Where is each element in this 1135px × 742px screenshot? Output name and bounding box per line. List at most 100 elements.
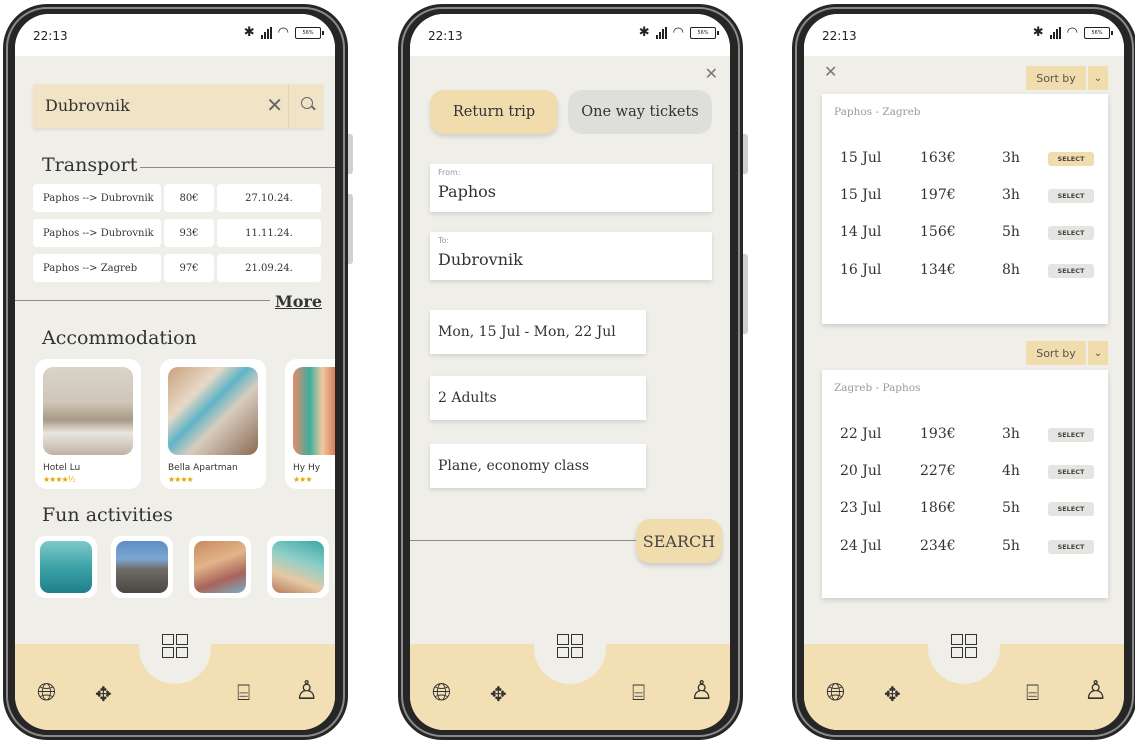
passengers-field[interactable]: 2 Adults [430, 376, 646, 420]
sort-label: Sort by [1026, 66, 1086, 90]
grid-icon[interactable] [557, 634, 583, 658]
sort-dropdown-return[interactable]: Sort by ⌄ [1026, 341, 1108, 365]
select-button[interactable]: SELECT [1048, 465, 1094, 479]
select-button[interactable]: SELECT [1048, 226, 1094, 240]
select-button[interactable]: SELECT [1048, 264, 1094, 278]
to-label: To: [438, 236, 450, 245]
transport-price: 93€ [164, 219, 214, 247]
flight-price: 163€ [920, 150, 956, 166]
search-bar[interactable]: Dubrovnik ✕ [33, 84, 323, 128]
hotel-photo [43, 367, 133, 455]
ticket-icon[interactable]: ⌸ [237, 681, 250, 706]
class-field[interactable]: Plane, economy class [430, 444, 646, 488]
select-button[interactable]: SELECT [1048, 540, 1094, 554]
grid-icon[interactable] [162, 634, 188, 658]
flight-date: 20 Jul [840, 463, 882, 479]
globe-plane-icon[interactable]: 🌐︎ [826, 678, 845, 706]
return-route: Zagreb - Paphos [834, 382, 921, 394]
select-button[interactable]: SELECT [1048, 428, 1094, 442]
activity-card-oldtown[interactable] [189, 536, 251, 598]
transport-row[interactable]: Paphos --> Zagreb 97€ 21.09.24. [33, 254, 321, 282]
wifi-icon: ◠ [277, 25, 289, 40]
search-screen: 22:13 ✱ ◠ 56% ✕ Return trip One way tick… [410, 14, 730, 730]
user-icon[interactable]: ♙ [690, 676, 713, 706]
transport-route: Paphos --> Zagreb [33, 254, 161, 282]
signal-icon [1049, 26, 1061, 39]
hotel-name: Hy Hy [293, 463, 321, 473]
user-icon[interactable]: ♙ [295, 676, 318, 706]
activity-photo [116, 541, 168, 593]
hotel-card[interactable]: Hy Hy ★★★ [285, 359, 335, 489]
close-icon[interactable]: ✕ [705, 64, 718, 83]
activity-card-beach[interactable] [267, 536, 329, 598]
flight-date: 15 Jul [840, 150, 882, 166]
divider [140, 167, 335, 168]
select-button[interactable]: SELECT [1048, 189, 1094, 203]
flight-row[interactable]: 16 Jul 134€ 8h SELECT [840, 262, 1102, 282]
flight-row[interactable]: 20 Jul 227€ 4h SELECT [840, 463, 1102, 483]
transport-row[interactable]: Paphos --> Dubrovnik 80€ 27.10.24. [33, 184, 321, 212]
dates-field[interactable]: Mon, 15 Jul - Mon, 22 Jul [430, 310, 646, 354]
flight-row[interactable]: 23 Jul 186€ 5h SELECT [840, 500, 1102, 520]
flight-row[interactable]: 14 Jul 156€ 5h SELECT [840, 224, 1102, 244]
status-bar: 22:13 ✱ ◠ 56% [15, 14, 335, 56]
class-value: Plane, economy class [438, 458, 590, 474]
status-time: 22:13 [822, 29, 857, 43]
signal-icon [655, 26, 667, 39]
chevron-down-icon[interactable]: ⌄ [1088, 341, 1108, 365]
flight-row[interactable]: 15 Jul 163€ 3h SELECT [840, 150, 1102, 170]
sort-dropdown-outbound[interactable]: Sort by ⌄ [1026, 66, 1108, 90]
to-field[interactable]: To: Dubrovnik [430, 232, 712, 280]
return-results-panel: Zagreb - Paphos 22 Jul 193€ 3h SELECT 20… [822, 370, 1108, 598]
activity-card-jetski[interactable] [35, 536, 97, 598]
flight-date: 24 Jul [840, 538, 882, 554]
globe-plane-icon[interactable]: 🌐︎ [37, 678, 56, 706]
transport-date: 21.09.24. [217, 254, 321, 282]
move-arrows-icon[interactable]: ✥ [95, 682, 112, 706]
flight-price: 197€ [920, 187, 956, 203]
clear-icon[interactable]: ✕ [266, 93, 283, 117]
move-arrows-icon[interactable]: ✥ [490, 682, 507, 706]
hotel-card[interactable]: Bella Apartman ★★★★ [160, 359, 266, 489]
from-field[interactable]: From: Paphos [430, 164, 712, 212]
bluetooth-icon: ✱ [1032, 25, 1044, 40]
activity-card-citywalls[interactable] [111, 536, 173, 598]
from-value[interactable]: Paphos [438, 182, 496, 201]
user-icon[interactable]: ♙ [1084, 676, 1107, 706]
signal-icon [260, 26, 272, 39]
more-link[interactable]: More [275, 292, 322, 311]
ticket-icon[interactable]: ⌸ [1026, 681, 1039, 706]
flight-row[interactable]: 15 Jul 197€ 3h SELECT [840, 187, 1102, 207]
status-time: 22:13 [428, 29, 463, 43]
hotel-card[interactable]: Hotel Lu ★★★★½ [35, 359, 141, 489]
flight-date: 23 Jul [840, 500, 882, 516]
move-arrows-icon[interactable]: ✥ [884, 682, 901, 706]
flight-row[interactable]: 22 Jul 193€ 3h SELECT [840, 426, 1102, 446]
close-icon[interactable]: ✕ [824, 62, 837, 81]
status-bar: 22:13 ✱ ◠ 56% [410, 14, 730, 56]
flight-duration: 5h [1002, 224, 1020, 240]
ticket-icon[interactable]: ⌸ [632, 681, 645, 706]
search-input[interactable]: Dubrovnik [45, 96, 130, 115]
to-value[interactable]: Dubrovnik [438, 250, 523, 269]
flight-price: 227€ [920, 463, 956, 479]
transport-date: 27.10.24. [217, 184, 321, 212]
flight-duration: 3h [1002, 426, 1020, 442]
chevron-down-icon[interactable]: ⌄ [1088, 66, 1108, 90]
results-screen: 22:13 ✱ ◠ 56% ✕ Sort by ⌄ Paphos - Zagre… [804, 14, 1124, 730]
search-button[interactable]: SEARCH [636, 519, 722, 563]
flight-row[interactable]: 24 Jul 234€ 5h SELECT [840, 538, 1102, 558]
transport-heading: Transport [42, 154, 138, 176]
flight-price: 193€ [920, 426, 956, 442]
select-button[interactable]: SELECT [1048, 502, 1094, 516]
grid-icon[interactable] [951, 634, 977, 658]
search-icon[interactable] [301, 97, 313, 109]
phone-frame-search: 22:13 ✱ ◠ 56% ✕ Return trip One way tick… [398, 4, 748, 740]
globe-plane-icon[interactable]: 🌐︎ [432, 678, 451, 706]
transport-row[interactable]: Paphos --> Dubrovnik 93€ 11.11.24. [33, 219, 321, 247]
select-button[interactable]: SELECT [1048, 152, 1094, 166]
home-screen: 22:13 ✱ ◠ 56% Dubrovnik ✕ Transport Paph… [15, 14, 335, 730]
return-trip-tab[interactable]: Return trip [430, 90, 558, 134]
transport-route: Paphos --> Dubrovnik [33, 184, 161, 212]
one-way-tab[interactable]: One way tickets [568, 90, 712, 134]
